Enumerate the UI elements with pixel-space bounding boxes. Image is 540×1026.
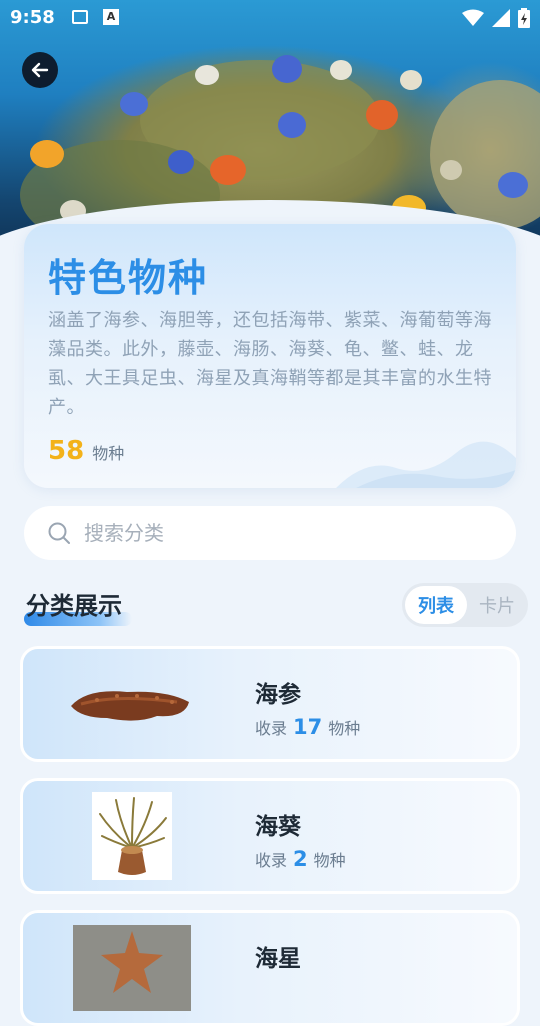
image-notification-icon — [72, 10, 88, 24]
category-count: 2 — [293, 847, 308, 871]
category-item-starfish[interactable]: 海星 — [20, 910, 520, 1026]
species-count: 58 物种 — [48, 436, 124, 466]
search-bar[interactable] — [24, 506, 516, 560]
category-meta: 收录 17 物种 — [255, 715, 360, 739]
category-unit: 物种 — [313, 851, 346, 870]
wifi-icon — [462, 9, 484, 26]
search-input[interactable] — [82, 520, 466, 546]
category-count: 17 — [293, 715, 323, 739]
view-toggle: 列表 卡片 — [402, 583, 528, 627]
section-title: 分类展示 — [26, 592, 122, 620]
arrow-left-icon — [31, 62, 49, 78]
category-item-sea-anemone[interactable]: 海葵 收录 2 物种 — [20, 778, 520, 894]
list-view-button[interactable]: 列表 — [405, 586, 467, 624]
category-name: 海星 — [255, 946, 301, 972]
a-notification-icon: A — [103, 9, 119, 25]
status-bar: 9:58 A — [0, 0, 540, 36]
sea-cucumber-image — [67, 661, 197, 747]
page-title: 特色物种 — [48, 256, 209, 300]
category-name: 海葵 — [255, 814, 301, 840]
card-view-button[interactable]: 卡片 — [470, 586, 524, 624]
category-unit: 物种 — [328, 719, 361, 738]
species-count-number: 58 — [48, 436, 85, 466]
status-time: 9:58 — [10, 7, 55, 28]
starfish-image — [67, 925, 197, 1011]
category-prefix: 收录 — [255, 719, 288, 738]
category-item-sea-cucumber[interactable]: 海参 收录 17 物种 — [20, 646, 520, 762]
signal-icon — [492, 9, 510, 27]
species-info-card: 特色物种 涵盖了海参、海胆等，还包括海带、紫菜、海葡萄等海藻品类。此外，藤壶、海… — [24, 224, 516, 488]
battery-icon — [518, 8, 530, 28]
species-description: 涵盖了海参、海胆等，还包括海带、紫菜、海葡萄等海藻品类。此外，藤壶、海肠、海葵、… — [48, 310, 492, 418]
back-button[interactable] — [22, 52, 58, 88]
species-count-unit: 物种 — [92, 444, 125, 463]
category-name: 海参 — [255, 682, 301, 708]
wave-decoration — [336, 441, 516, 488]
sea-anemone-image — [67, 792, 197, 880]
category-prefix: 收录 — [255, 851, 288, 870]
search-icon — [48, 522, 70, 544]
category-meta: 收录 2 物种 — [255, 847, 346, 871]
